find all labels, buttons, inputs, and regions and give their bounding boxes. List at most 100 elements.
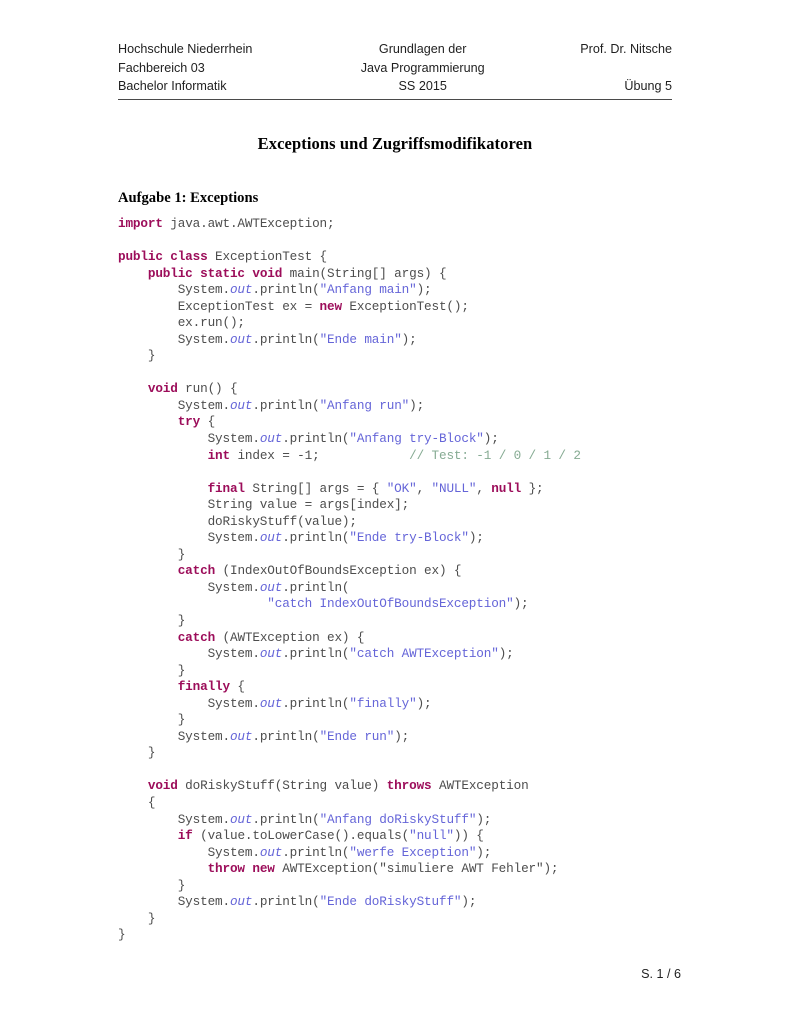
code-token-str: "Anfang main" [319,282,417,298]
code-token-kw: finally [177,679,230,695]
code-token-kw: final [207,480,245,496]
header-institution: Hochschule Niederrhein [118,42,253,56]
code-token-pl: System. [118,646,260,662]
code-token-pl: .println( [282,530,350,546]
code-token-pl: } [118,712,186,728]
code-token-pl: ExceptionTest ex = [118,298,320,314]
code-line: try { [118,414,681,431]
code-token-pl: .println( [282,695,350,711]
code-token-pl: ); [409,397,425,413]
code-line: } [118,663,681,680]
code-token-str: "Ende try-Block" [349,530,469,546]
code-line: ex.run(); [118,315,681,332]
code-token-str: "catch IndexOutOfBoundsException" [267,596,514,612]
code-token-kw: int [207,447,231,463]
code-token-str: "Anfang doRiskyStuff" [319,811,477,827]
code-token-pl: } [118,546,186,562]
header-empty [506,59,672,78]
code-token-pl: System. [118,397,230,413]
code-token-kw: public class [118,248,208,264]
code-token-pl: System. [118,894,230,910]
code-token-pl: , [416,480,432,496]
code-token-kw: public static void [147,265,283,281]
code-token-str: "Ende main" [319,331,402,347]
header-program: Bachelor Informatik [118,79,227,94]
code-line: catch (IndexOutOfBoundsException ex) { [118,563,681,580]
header-course-line1: Grundlagen der [378,42,467,56]
code-line: if (value.toLowerCase().equals("null")) … [118,828,681,845]
code-token-pl: } [118,613,186,628]
code-line: System.out.println("finally"); [118,696,681,713]
code-token-pl: .println( [252,728,320,744]
code-token-pl: ExceptionTest { [207,248,327,264]
code-token-pl: ex.run(); [118,315,245,331]
code-token-pl: } [118,745,156,761]
code-token-pl: ); [468,530,484,546]
code-token-kw: void [147,381,178,397]
code-line: } [118,348,681,365]
code-token-pl: { [200,414,216,430]
code-line: void doRiskyStuff(String value) throws A… [118,778,681,795]
code-token-fld: out [229,894,253,910]
document-page: Hochschule Niederrhein Grundlagen der Pr… [0,0,791,1024]
code-token-str: "Anfang try-Block" [349,430,484,446]
code-line: } [118,712,681,729]
code-token-pl: } [118,662,186,678]
code-token-pl: System. [118,579,260,595]
header-row: Bachelor Informatik SS 2015 Übung 5 [118,77,672,96]
code-token-pl: ); [513,596,529,612]
code-token-pl: doRiskyStuff(String value) [177,778,387,794]
code-token-kw: null [491,480,522,496]
code-token-pl: System. [118,728,230,744]
page-number-footer: S. 1 / 6 [641,967,681,981]
code-line: System.out.println("Ende run"); [118,729,681,746]
code-token-pl: System. [118,430,260,446]
code-line: System.out.println("Ende doRiskyStuff"); [118,894,681,911]
code-line: public class ExceptionTest { [118,249,681,266]
code-line: System.out.println("Anfang run"); [118,398,681,415]
code-line: System.out.println("Ende try-Block"); [118,530,681,547]
header-course-line2: Java Programmierung [360,60,485,75]
code-token-pl: ); [416,695,432,711]
code-line: throw new AWTException("simuliere AWT Fe… [118,861,681,878]
code-token-pl: (AWTException ex) { [215,629,365,645]
code-token-pl: System. [118,811,230,827]
code-line: System.out.println("Anfang try-Block"); [118,431,681,448]
header-row: Fachbereich 03 Java Programmierung [118,59,672,78]
code-token-pl: ); [461,894,477,910]
header-exercise: Übung 5 [624,79,672,94]
code-token-pl: ExceptionTest(); [341,298,469,314]
code-line: int index = -1; // Test: -1 / 0 / 1 / 2 [118,448,681,465]
code-line: finally { [118,679,681,696]
code-line: } [118,878,681,895]
code-token-pl: System. [118,331,230,347]
code-token-pl: { [118,795,156,811]
code-token-fld: out [259,430,283,446]
code-token-pl: .println( [252,331,320,347]
code-token-fld: out [229,728,253,744]
header-department: Fachbereich 03 [118,60,205,75]
code-token-pl: .println( [282,844,350,860]
page-title: Exceptions und Zugriffsmodifikatoren [257,133,533,153]
code-token-pl: main(String[] args) { [282,265,447,281]
code-line: catch (AWTException ex) { [118,630,681,647]
code-token-fld: out [259,530,283,546]
code-token-pl: ); [476,844,492,860]
code-line: } [118,911,681,928]
code-token-str: "null" [409,828,454,844]
code-token-pl: AWTException [431,778,529,794]
code-token-pl: String[] args = { [244,480,387,496]
code-token-kw: if [177,828,193,844]
code-line: String value = args[index]; [118,497,681,514]
code-token-pl: .println( [252,894,320,910]
code-line: } [118,547,681,564]
code-token-kw: import [118,215,163,231]
code-line: System.out.println( [118,580,681,597]
